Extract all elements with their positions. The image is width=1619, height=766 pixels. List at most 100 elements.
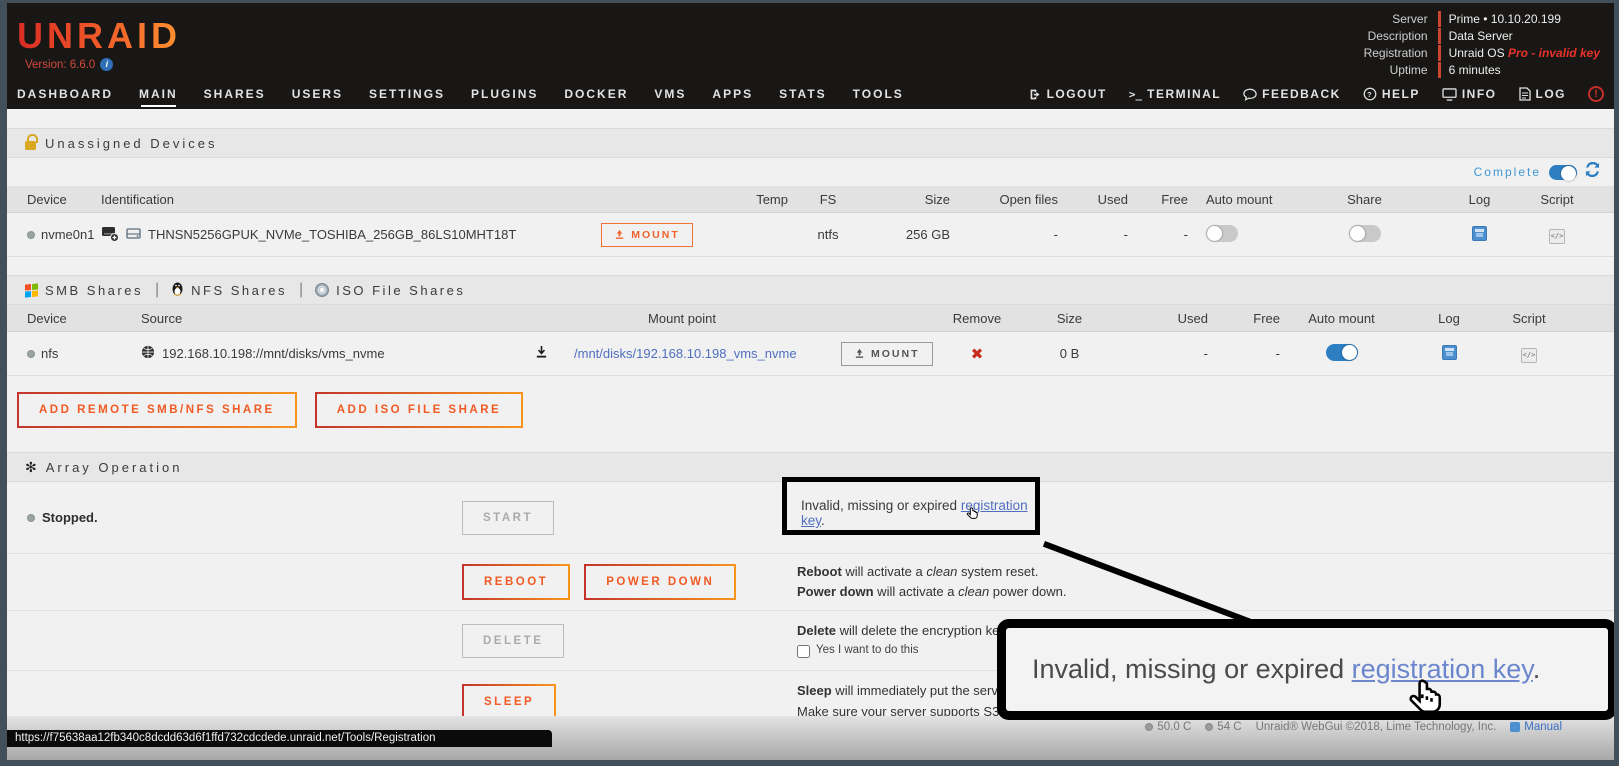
add-iso-file-share-button[interactable]: ADD ISO FILE SHARE	[315, 392, 523, 428]
remove-share-button[interactable]: ✖	[971, 346, 984, 363]
nav-main[interactable]: MAIN	[139, 87, 178, 101]
tab-smb-shares[interactable]: SMB Shares	[25, 283, 143, 298]
server-value: Prime • 10.10.20.199	[1438, 11, 1600, 27]
nav-apps[interactable]: APPS	[712, 87, 753, 101]
feedback-button[interactable]: FEEDBACK	[1243, 87, 1341, 101]
version-info-icon[interactable]: i	[100, 58, 113, 71]
reboot-description: Reboot will activate a clean system rese…	[797, 562, 1614, 602]
col-used: Used	[1062, 192, 1132, 207]
shares-section-header: SMB Shares | NFS Shares | ISO File Share…	[7, 275, 1614, 305]
server-label: Server	[1364, 11, 1428, 27]
hdd-add-icon[interactable]	[101, 225, 119, 245]
tab-separator: |	[155, 281, 159, 299]
delete-button[interactable]: DELETE	[462, 624, 564, 658]
nav-tools[interactable]: TOOLS	[853, 87, 904, 101]
reboot-button[interactable]: REBOOT	[462, 564, 570, 600]
temp-dot-icon	[1205, 723, 1213, 731]
mount-icon	[614, 229, 625, 240]
col-script: Script	[1527, 192, 1587, 207]
top-header: UNRAID Version: 6.6.0 i Server Prime • 1…	[7, 3, 1614, 109]
power-down-button[interactable]: POWER DOWN	[584, 564, 736, 600]
col-free: Free	[1132, 192, 1192, 207]
alert-icon[interactable]: !	[1588, 86, 1604, 102]
delete-confirm-checkbox[interactable]	[797, 645, 810, 658]
nav-shares[interactable]: SHARES	[204, 87, 266, 101]
array-status-dot	[27, 514, 35, 522]
mount-button[interactable]: MOUNT	[601, 223, 693, 247]
share-auto-mount-toggle[interactable]	[1326, 344, 1358, 361]
device-used: -	[1062, 227, 1132, 242]
registration-value: Unraid OS Pro - invalid key	[1438, 45, 1600, 61]
share-log-icon[interactable]	[1442, 345, 1457, 360]
share-size: 0 B	[1022, 346, 1117, 361]
unraid-logo: UNRAID	[17, 15, 181, 57]
array-status: Stopped.	[42, 510, 98, 525]
col-script: Script	[1499, 311, 1559, 326]
nav-docker[interactable]: DOCKER	[564, 87, 628, 101]
share-free: -	[1212, 346, 1284, 361]
log-icon[interactable]	[1472, 226, 1487, 241]
nav-vms[interactable]: VMS	[654, 87, 686, 101]
start-button[interactable]: START	[462, 501, 554, 535]
nav-right: LOGOUT >_ TERMINAL FEEDBACK ? HELP INFO	[1029, 86, 1604, 102]
help-icon: ?	[1363, 87, 1377, 101]
download-icon[interactable]	[535, 345, 548, 362]
add-remote-smb-nfs-share-button[interactable]: ADD REMOTE SMB/NFS SHARE	[17, 392, 297, 428]
unassigned-devices-title: Unassigned Devices	[45, 136, 218, 151]
info-button[interactable]: INFO	[1442, 87, 1497, 101]
logout-button[interactable]: LOGOUT	[1029, 87, 1107, 101]
nav-dashboard[interactable]: DASHBOARD	[17, 87, 113, 101]
help-button[interactable]: ? HELP	[1363, 87, 1420, 101]
refresh-icon[interactable]	[1585, 162, 1600, 182]
col-mount-point: Mount point	[527, 311, 837, 326]
sleep-button[interactable]: SLEEP	[462, 684, 556, 720]
nav-stats[interactable]: STATS	[779, 87, 827, 101]
terminal-button[interactable]: >_ TERMINAL	[1129, 87, 1221, 101]
statusbar-url-tooltip: https://f75638aa12fb340c8dcdd63d6f1ffd73…	[7, 730, 552, 747]
globe-icon	[141, 345, 155, 362]
uptime-label: Uptime	[1364, 62, 1428, 78]
tab-nfs-shares[interactable]: NFS Shares	[171, 281, 287, 299]
complete-toggle[interactable]	[1549, 165, 1577, 180]
auto-mount-toggle[interactable]	[1206, 225, 1238, 242]
svg-text:?: ?	[1367, 90, 1373, 99]
registration-status: Pro - invalid key	[1508, 46, 1600, 60]
col-fs: FS	[792, 192, 864, 207]
share-used: -	[1117, 346, 1212, 361]
device-identification[interactable]: THNSN5256GPUK_NVMe_TOSHIBA_256GB_86LS10M…	[148, 227, 516, 242]
log-button[interactable]: LOG	[1519, 87, 1567, 101]
add-share-buttons: ADD REMOTE SMB/NFS SHARE ADD ISO FILE SH…	[7, 392, 1614, 428]
col-source: Source	[137, 311, 527, 326]
tab-iso-file-shares[interactable]: ISO File Shares	[315, 283, 465, 298]
nav-users[interactable]: USERS	[292, 87, 343, 101]
registration-label: Registration	[1364, 45, 1428, 61]
array-operation-title: Array Operation	[46, 460, 183, 475]
share-mount-button[interactable]: MOUNT	[841, 342, 933, 366]
device-size: 256 GB	[864, 227, 954, 242]
shares-table-header: Device Source Mount point Remove Size Us…	[7, 305, 1614, 332]
share-script-icon[interactable]: </>	[1521, 348, 1537, 363]
col-device: Device	[7, 192, 97, 207]
col-auto-mount: Auto mount	[1284, 311, 1399, 326]
col-log: Log	[1432, 192, 1527, 207]
zoom-callout: Invalid, missing or expired registration…	[997, 619, 1617, 720]
mouse-cursor-zoomed	[1404, 676, 1448, 729]
shares-tabs: SMB Shares | NFS Shares | ISO File Share…	[25, 281, 465, 299]
device-free: -	[1132, 227, 1192, 242]
footer-temp1: 50.0 C	[1157, 721, 1191, 733]
col-share: Share	[1297, 192, 1432, 207]
nav-settings[interactable]: SETTINGS	[369, 87, 445, 101]
script-icon[interactable]: </>	[1549, 229, 1565, 244]
logout-icon	[1029, 88, 1042, 101]
col-device: Device	[7, 311, 137, 326]
manual-link[interactable]: Manual	[1510, 721, 1562, 733]
tab-separator: |	[299, 281, 303, 299]
share-source: 192.168.10.198://mnt/disks/vms_nvme	[162, 346, 385, 361]
drive-tray-icon[interactable]	[126, 227, 141, 243]
share-row: nfs 192.168.10.198://mnt/disks/vms_nvme …	[7, 332, 1614, 376]
share-device-name: nfs	[41, 346, 58, 361]
footer-copyright: Unraid® WebGui ©2018, Lime Technology, I…	[1256, 721, 1497, 733]
mount-point-link[interactable]: /mnt/disks/192.168.10.198_vms_nvme	[574, 346, 797, 361]
nav-plugins[interactable]: PLUGINS	[471, 87, 538, 101]
share-toggle[interactable]	[1349, 225, 1381, 242]
